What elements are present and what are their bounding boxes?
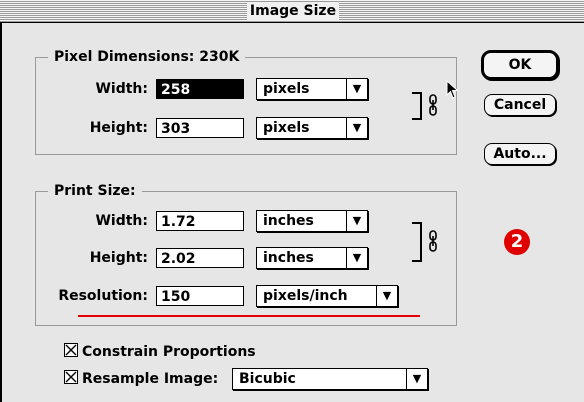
checkbox-checked-icon [64, 370, 78, 384]
print-height-unit-select[interactable]: inches ▼ [256, 247, 368, 269]
print-link-bracket [412, 222, 422, 262]
triangle-down-icon: ▼ [346, 211, 367, 231]
title-bar[interactable]: Image Size [0, 0, 584, 23]
resolution-unit-value: pixels/inch [263, 288, 348, 304]
pixel-dimensions-label: Pixel Dimensions: 230K [48, 49, 246, 65]
ok-button[interactable]: OK [481, 50, 559, 80]
print-height-unit-value: inches [263, 250, 314, 266]
pixel-height-unit-select[interactable]: pixels ▼ [256, 117, 368, 139]
cancel-button[interactable]: Cancel [484, 94, 556, 116]
ok-button-label: OK [508, 57, 532, 73]
constrain-proportions-label: Constrain Proportions [82, 344, 256, 360]
checkbox-checked-icon [64, 343, 78, 357]
print-width-field[interactable]: 1.72 [156, 211, 244, 231]
print-width-label: Width: [95, 213, 148, 229]
triangle-down-icon: ▼ [346, 118, 367, 138]
print-height-field[interactable]: 2.02 [156, 248, 244, 268]
pixel-height-label: Height: [89, 120, 148, 136]
pixel-width-unit-select[interactable]: pixels ▼ [256, 78, 368, 100]
resolution-label: Resolution: [58, 288, 148, 304]
triangle-down-icon: ▼ [346, 79, 367, 99]
print-width-unit-select[interactable]: inches ▼ [256, 210, 368, 232]
constrain-proportions-checkbox[interactable]: Constrain Proportions [64, 343, 256, 361]
resolution-unit-select[interactable]: pixels/inch ▼ [256, 285, 398, 307]
cancel-button-label: Cancel [493, 97, 547, 113]
step-number-badge: 2 [504, 229, 530, 255]
pixel-width-label: Width: [95, 81, 148, 97]
print-width-unit-value: inches [263, 213, 314, 229]
resample-image-checkbox[interactable]: Resample Image: [64, 370, 218, 388]
print-height-label: Height: [89, 250, 148, 266]
pixel-width-field[interactable]: 258 [156, 79, 244, 99]
pixel-width-unit-value: pixels [263, 81, 310, 97]
resolution-field[interactable]: 150 [156, 286, 244, 306]
chain-link-icon [429, 230, 437, 252]
chain-link-icon [429, 94, 437, 116]
pixel-height-field[interactable]: 303 [156, 118, 244, 138]
resample-image-label: Resample Image: [82, 371, 219, 387]
resolution-highlight-underline [78, 315, 420, 317]
triangle-down-icon: ▼ [406, 369, 427, 389]
triangle-down-icon: ▼ [376, 286, 397, 306]
pixel-link-bracket [412, 92, 422, 120]
pixel-dimensions-group [35, 57, 457, 155]
auto-button-label: Auto... [493, 146, 547, 162]
print-size-label: Print Size: [48, 183, 142, 199]
arrow-cursor-icon [446, 80, 459, 99]
resample-method-select[interactable]: Bicubic ▼ [232, 368, 428, 390]
triangle-down-icon: ▼ [346, 248, 367, 268]
dialog-title: Image Size [247, 2, 339, 20]
resample-method-value: Bicubic [239, 371, 296, 387]
dialog-border [0, 22, 2, 402]
auto-button[interactable]: Auto... [484, 143, 556, 165]
pixel-height-unit-value: pixels [263, 120, 310, 136]
